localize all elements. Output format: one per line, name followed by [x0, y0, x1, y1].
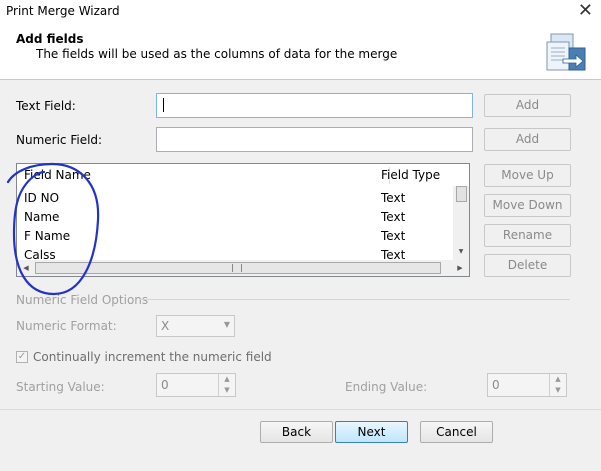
- ending-value-spinner[interactable]: 0 ▲ ▼: [487, 373, 567, 397]
- close-icon[interactable]: ✕: [578, 0, 593, 21]
- numeric-options-group-label: Numeric Field Options: [16, 293, 149, 307]
- move-up-button[interactable]: Move Up: [484, 164, 571, 187]
- back-button[interactable]: Back: [260, 421, 333, 443]
- text-field-input[interactable]: [156, 93, 473, 118]
- table-row[interactable]: Name Text: [17, 208, 454, 227]
- column-header-field-type[interactable]: Field Type: [381, 164, 440, 186]
- scrollbar-thumb[interactable]: [35, 262, 441, 274]
- move-down-button[interactable]: Move Down: [484, 194, 571, 217]
- rename-button[interactable]: Rename: [484, 224, 571, 247]
- window-title: Print Merge Wizard: [6, 4, 120, 18]
- starting-value-spinner[interactable]: 0 ▲ ▼: [156, 373, 236, 397]
- step-subtitle: The fields will be used as the columns o…: [36, 47, 398, 61]
- ending-value-label: Ending Value:: [345, 380, 428, 394]
- scroll-down-icon[interactable]: ▼: [455, 244, 467, 260]
- spin-up-icon[interactable]: ▲: [549, 374, 566, 385]
- scroll-left-icon[interactable]: ◀: [19, 260, 33, 276]
- starting-value: 0: [161, 378, 169, 392]
- add-numeric-field-button[interactable]: Add: [484, 128, 571, 151]
- group-divider: [140, 299, 570, 300]
- numeric-format-value: X: [161, 319, 170, 333]
- step-title: Add fields: [16, 32, 84, 46]
- increment-label: Continually increment the numeric field: [33, 350, 272, 364]
- spin-down-icon[interactable]: ▼: [549, 385, 566, 396]
- column-header-field-name[interactable]: Field Name: [24, 164, 91, 186]
- vertical-scrollbar[interactable]: ▲ ▼: [453, 186, 469, 260]
- table-row[interactable]: F Name Text: [17, 227, 454, 246]
- ending-value: 0: [492, 378, 500, 392]
- horizontal-scrollbar[interactable]: ◀ ▶: [17, 260, 469, 276]
- field-name-cell: Name: [24, 210, 60, 224]
- numeric-field-input[interactable]: [156, 127, 473, 152]
- spin-down-icon[interactable]: ▼: [218, 385, 235, 396]
- scrollbar-thumb[interactable]: [456, 186, 467, 202]
- next-button[interactable]: Next: [335, 421, 408, 443]
- title-bar: Print Merge Wizard ✕: [0, 0, 601, 22]
- footer-divider: [0, 409, 601, 410]
- numeric-field-label: Numeric Field:: [16, 133, 103, 147]
- increment-checkbox[interactable]: ✓: [16, 351, 28, 363]
- starting-value-label: Starting Value:: [16, 380, 105, 394]
- text-field-label: Text Field:: [16, 99, 76, 113]
- field-type-cell: Text: [381, 210, 406, 224]
- field-name-cell: ID NO: [24, 191, 60, 205]
- field-type-cell: Text: [381, 191, 406, 205]
- numeric-format-select[interactable]: X ▼: [156, 315, 235, 337]
- table-row[interactable]: ID NO Text: [17, 189, 454, 208]
- field-list[interactable]: Field Name Field Type ID NO Text Name Te…: [16, 163, 470, 277]
- field-type-cell: Text: [381, 229, 406, 243]
- merge-document-icon: [546, 33, 586, 71]
- thumb-grip: [232, 264, 242, 272]
- spin-up-icon[interactable]: ▲: [218, 374, 235, 385]
- scroll-right-icon[interactable]: ▶: [453, 260, 467, 276]
- field-name-cell: F Name: [24, 229, 71, 243]
- add-text-field-button[interactable]: Add: [484, 94, 571, 117]
- wizard-header: Add fields The fields will be used as th…: [0, 22, 601, 80]
- numeric-format-label: Numeric Format:: [16, 319, 117, 333]
- chevron-down-icon: ▼: [223, 320, 230, 329]
- delete-button[interactable]: Delete: [484, 254, 571, 277]
- text-cursor: [163, 98, 164, 112]
- cancel-button[interactable]: Cancel: [420, 421, 493, 443]
